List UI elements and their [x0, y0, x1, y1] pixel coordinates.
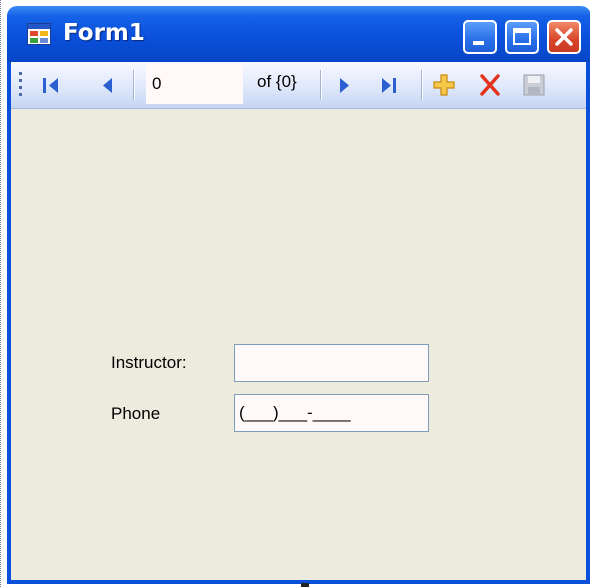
- instructor-label: Instructor:: [111, 353, 187, 372]
- delete-icon[interactable]: [477, 70, 503, 100]
- phone-masked-input[interactable]: [234, 394, 429, 432]
- maximize-icon: [513, 28, 531, 45]
- toolbar-separator: [320, 70, 321, 100]
- instructor-input[interactable]: [234, 344, 429, 382]
- binding-navigator-toolbar: of {0}: [11, 62, 586, 109]
- form-client-area: [11, 62, 586, 580]
- resize-mark: [301, 583, 309, 587]
- toolbar-separator: [421, 70, 422, 100]
- form1-window: Form1 0 of {0} Instructor: Phone (___)__…: [0, 0, 590, 587]
- window-border-bottom: [7, 580, 590, 584]
- move-first-icon[interactable]: [39, 70, 63, 100]
- toolbar-grip-icon[interactable]: [19, 70, 23, 100]
- window-border-left: [7, 62, 11, 583]
- phone-label: Phone: [111, 404, 161, 423]
- toolbar-separator: [133, 70, 134, 100]
- save-icon: [523, 74, 545, 96]
- position-input[interactable]: [146, 64, 243, 104]
- move-last-icon[interactable]: [377, 70, 403, 100]
- count-label: of {0}: [257, 72, 297, 91]
- minimize-button[interactable]: [463, 20, 497, 54]
- maximize-button[interactable]: [505, 20, 539, 54]
- move-previous-icon[interactable]: [97, 70, 119, 100]
- window-title: Form1: [63, 20, 145, 46]
- move-next-icon[interactable]: [334, 70, 356, 100]
- form-app-icon: [27, 23, 51, 45]
- close-button[interactable]: [547, 20, 581, 54]
- window-border-right: [586, 62, 590, 583]
- title-bar[interactable]: Form1: [7, 6, 590, 62]
- add-new-icon[interactable]: [431, 70, 457, 100]
- close-icon: [555, 28, 573, 46]
- minimize-icon: [473, 41, 484, 45]
